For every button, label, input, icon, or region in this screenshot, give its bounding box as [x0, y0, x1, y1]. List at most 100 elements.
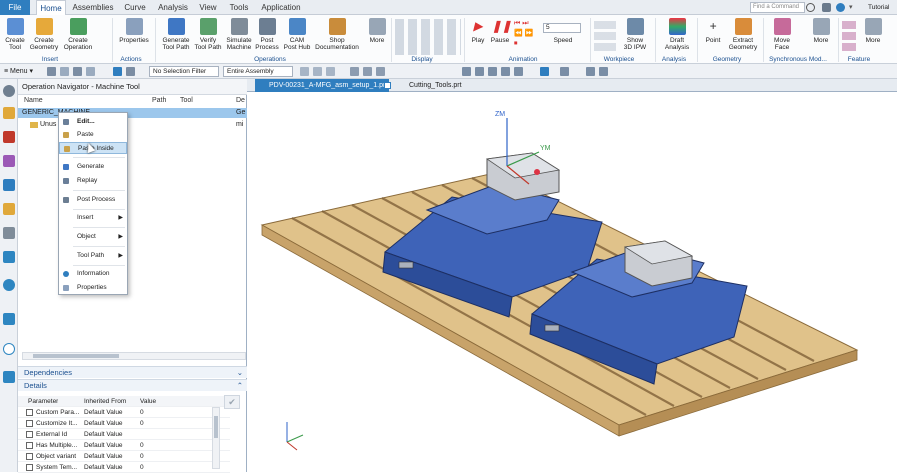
create-tool-button[interactable]: Create Tool: [2, 16, 28, 51]
checkbox[interactable]: [26, 420, 33, 427]
extract-geometry-button[interactable]: Extract Geometry: [727, 16, 759, 51]
column-path[interactable]: Path: [152, 97, 166, 107]
view-icon[interactable]: [501, 67, 510, 76]
scrollbar-thumb[interactable]: [33, 354, 119, 358]
tab-document[interactable]: Cutting_Tools.prt: [395, 79, 475, 92]
menu-item-information[interactable]: Information: [59, 268, 127, 280]
show-3d-ipw-button[interactable]: Show 3D IPW: [620, 16, 650, 51]
snap-icon[interactable]: [363, 67, 372, 76]
dropdown-icon[interactable]: ▾: [849, 3, 858, 12]
simulate-machine-button[interactable]: Simulate Machine: [224, 16, 254, 51]
tab-application[interactable]: Application: [258, 0, 304, 15]
pause-button[interactable]: ❚❚ Pause: [489, 16, 512, 44]
checkbox[interactable]: [26, 453, 33, 460]
tab-curve[interactable]: Curve: [120, 0, 150, 15]
menu-item-properties[interactable]: Properties: [59, 282, 127, 294]
menu-item-post-process[interactable]: Post Process: [59, 194, 127, 206]
details-row[interactable]: Custom Para... Default Value 0: [18, 407, 230, 418]
menu-button[interactable]: ≡ Menu ▾: [4, 66, 33, 77]
post-process-button[interactable]: Post Process: [254, 16, 280, 51]
create-operation-button[interactable]: Create Operation: [61, 16, 95, 51]
search-icon[interactable]: [806, 3, 815, 12]
view-icon[interactable]: [488, 67, 497, 76]
menu-item-generate[interactable]: Generate: [59, 161, 127, 173]
column-tool[interactable]: Tool: [180, 97, 193, 107]
properties-button[interactable]: Properties: [117, 16, 151, 44]
selection-filter-select[interactable]: No Selection Filter: [149, 66, 219, 77]
shop-documentation-button[interactable]: Shop Documentation: [314, 16, 360, 51]
table-row[interactable]: GENERIC_MACHINE Ge: [18, 108, 247, 118]
details-row[interactable]: System Tem... Default Value 0: [18, 462, 230, 473]
select-icon[interactable]: [86, 67, 95, 76]
speed-select[interactable]: 5: [543, 23, 581, 33]
menu-item-paste[interactable]: Paste: [59, 129, 127, 141]
play-button[interactable]: ▶ Play: [469, 16, 487, 44]
history-icon[interactable]: [3, 343, 15, 355]
draft-analysis-button[interactable]: Draft Analysis: [661, 16, 693, 51]
view-icon[interactable]: [475, 67, 484, 76]
gear-icon[interactable]: [822, 3, 831, 12]
table-row[interactable]: Unus mi: [18, 120, 247, 130]
display-tools-grid[interactable]: [395, 19, 461, 55]
checkbox[interactable]: [26, 464, 33, 471]
details-row[interactable]: External Id Default Value: [18, 429, 230, 440]
tab-assemblies[interactable]: Assemblies: [70, 0, 116, 15]
step-controls[interactable]: ⏮ ⏭ ⏪ ⏩ ⏹: [514, 19, 536, 49]
feature-tools[interactable]: [842, 19, 856, 51]
snap-icon[interactable]: [326, 67, 335, 76]
workpiece-tools[interactable]: [594, 19, 616, 51]
view-icon[interactable]: [599, 67, 608, 76]
navigator-icon[interactable]: [3, 227, 15, 239]
horizontal-scrollbar[interactable]: [22, 352, 246, 360]
view-icon[interactable]: [514, 67, 523, 76]
details-row[interactable]: Customize It... Default Value 0: [18, 418, 230, 429]
model-view[interactable]: ZM YM: [247, 92, 897, 472]
view-icon[interactable]: [540, 67, 549, 76]
help-icon[interactable]: [836, 3, 845, 12]
select-icon[interactable]: [73, 67, 82, 76]
tab-file[interactable]: File: [0, 0, 30, 15]
create-geometry-button[interactable]: Create Geometry: [29, 16, 59, 51]
apply-check-button[interactable]: ✔: [224, 395, 240, 409]
dependencies-panel-header[interactable]: Dependencies ⌄: [18, 366, 247, 378]
checkbox[interactable]: [26, 442, 33, 449]
column-description[interactable]: De: [236, 97, 245, 107]
settings-icon[interactable]: [3, 85, 15, 97]
select-icon[interactable]: [47, 67, 56, 76]
navigator-icon[interactable]: [3, 279, 15, 291]
select-icon[interactable]: [126, 67, 135, 76]
navigator-icon[interactable]: [3, 107, 15, 119]
operation-navigator-icon[interactable]: [3, 179, 15, 191]
search-input[interactable]: Find a Command: [750, 2, 805, 13]
checkbox[interactable]: [26, 409, 33, 416]
view-icon[interactable]: [560, 67, 569, 76]
menu-item-edit[interactable]: Edit...: [59, 116, 127, 128]
details-row[interactable]: Object variant Default Value 0: [18, 451, 230, 462]
cam-post-hub-button[interactable]: CAM Post Hub: [282, 16, 312, 51]
verify-tool-path-button[interactable]: Verify Tool Path: [193, 16, 223, 51]
snap-icon[interactable]: [313, 67, 322, 76]
chevron-down-icon[interactable]: ⌄: [237, 367, 243, 379]
scrollbar-thumb[interactable]: [214, 416, 218, 438]
assembly-scope-select[interactable]: Entire Assembly: [223, 66, 293, 77]
snap-icon[interactable]: [350, 67, 359, 76]
tab-tools[interactable]: Tools: [226, 0, 252, 15]
navigator-icon[interactable]: [3, 251, 15, 263]
snap-icon[interactable]: [300, 67, 309, 76]
select-icon[interactable]: [60, 67, 69, 76]
navigator-icon[interactable]: [3, 155, 15, 167]
generate-tool-path-button[interactable]: Generate Tool Path: [159, 16, 193, 51]
column-name[interactable]: Name: [24, 97, 43, 107]
tab-home[interactable]: Home: [36, 0, 66, 15]
navigator-icon[interactable]: [3, 131, 15, 143]
point-button[interactable]: + Point: [701, 16, 725, 44]
snap-icon[interactable]: [376, 67, 385, 76]
checkbox[interactable]: [26, 431, 33, 438]
navigator-icon[interactable]: [3, 203, 15, 215]
tab-view[interactable]: View: [196, 0, 220, 15]
tab-analysis[interactable]: Analysis: [155, 0, 191, 15]
move-face-button[interactable]: Move Face: [769, 16, 795, 51]
view-icon[interactable]: [586, 67, 595, 76]
details-panel-header[interactable]: Details ⌃: [18, 379, 247, 391]
navigator-icon[interactable]: [3, 313, 15, 325]
